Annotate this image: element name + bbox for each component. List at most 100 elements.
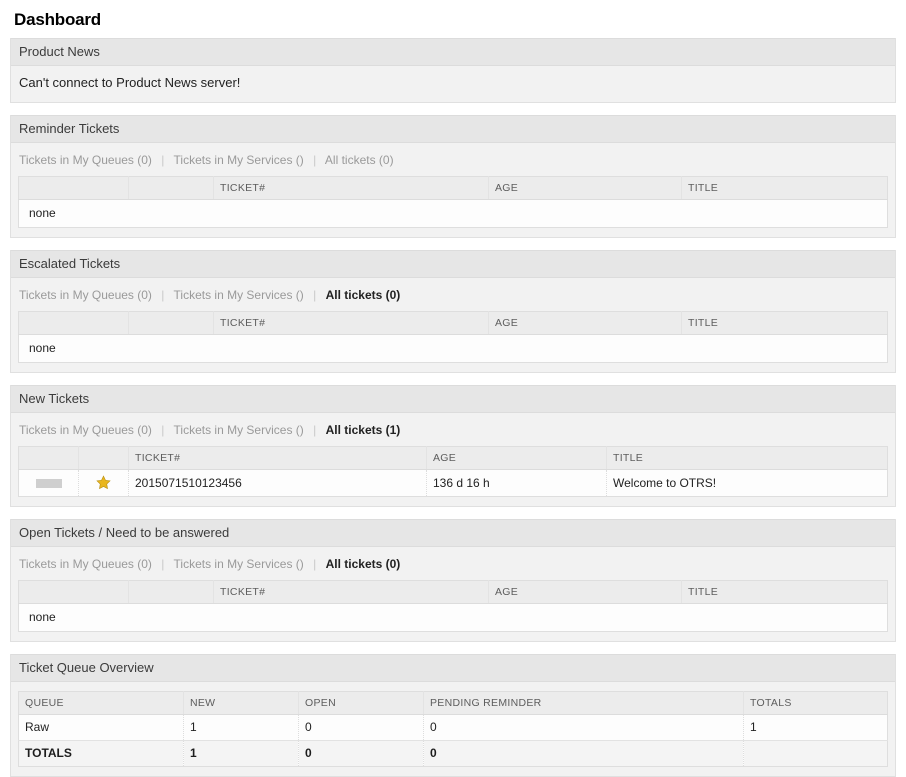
totals-new-cell: 1 (183, 740, 299, 767)
column-header-blank-2[interactable] (128, 311, 214, 335)
empty-text: none (29, 610, 56, 625)
filter-separator: | (161, 423, 165, 437)
queue-pending-reminder-cell: 0 (423, 714, 744, 741)
table-header-row: TICKET# AGE TITLE (18, 580, 888, 605)
table-header-row: TICKET# AGE TITLE (18, 311, 888, 335)
totals-open-cell: 0 (298, 740, 424, 767)
empty-text: none (29, 206, 56, 220)
priority-indicator-icon (35, 478, 62, 488)
filter-my-queues-new[interactable]: Tickets in My Queues (0) (19, 423, 152, 437)
column-header-age[interactable]: AGE (488, 580, 682, 605)
totals-label: TOTALS (18, 740, 184, 767)
filter-separator: | (313, 288, 317, 302)
totals-totals-cell (743, 740, 888, 767)
column-header-blank-2[interactable] (78, 446, 129, 470)
widget-title-escalated-tickets: Escalated Tickets (11, 250, 895, 278)
ticket-number-cell: 2015071510123456 (128, 469, 427, 497)
table-empty-row: none (19, 335, 888, 363)
widget-body-product-news: Can't connect to Product News server! (11, 66, 895, 102)
queue-pending-reminder-link[interactable]: 0 (430, 720, 437, 734)
table-queue-overview: QUEUE NEW OPEN PENDING REMINDER TOTALS R… (18, 691, 888, 768)
filter-my-services-open[interactable]: Tickets in My Services () (174, 557, 304, 571)
widget-queue-overview: Ticket Queue Overview QUEUE NEW OPEN PEN… (10, 654, 896, 777)
filter-bar-open-tickets: Tickets in My Queues (0) | Tickets in My… (11, 547, 895, 581)
table-escalated-tickets: TICKET# AGE TITLE none (18, 311, 888, 363)
column-header-ticket-number[interactable]: TICKET# (213, 580, 489, 605)
totals-open-link[interactable]: 0 (305, 746, 312, 760)
table-new-tickets: TICKET# AGE TITLE 2015071510123456 136 d… (18, 446, 888, 498)
widget-body-escalated-tickets: Tickets in My Queues (0) | Tickets in My… (11, 278, 895, 372)
filter-all-tickets-new[interactable]: All tickets (1) (326, 423, 401, 437)
widget-title-queue-overview: Ticket Queue Overview (11, 654, 895, 683)
column-header-blank-2[interactable] (128, 176, 214, 200)
filter-separator: | (313, 423, 317, 437)
priority-cell (18, 469, 79, 497)
column-header-totals[interactable]: TOTALS (743, 691, 888, 716)
filter-my-queues-reminder[interactable]: Tickets in My Queues (0) (19, 153, 152, 167)
column-header-ticket-number[interactable]: TICKET# (213, 176, 489, 200)
widget-title-open-tickets: Open Tickets / Need to be answered (11, 519, 895, 548)
page-title: Dashboard (14, 10, 101, 29)
column-header-ticket-number[interactable]: TICKET# (128, 446, 427, 470)
totals-new-link[interactable]: 1 (190, 746, 197, 760)
filter-separator: | (313, 153, 317, 167)
widget-product-news: Product News Can't connect to Product Ne… (10, 38, 896, 103)
column-header-blank-2[interactable] (128, 580, 214, 605)
queue-new-cell: 1 (183, 714, 299, 741)
table-header-row: QUEUE NEW OPEN PENDING REMINDER TOTALS (18, 691, 888, 716)
widget-title-reminder-tickets: Reminder Tickets (11, 115, 895, 143)
table-open-tickets: TICKET# AGE TITLE none (18, 580, 888, 633)
queue-totals-link[interactable]: 1 (750, 720, 757, 734)
table-wrap-queue-overview: QUEUE NEW OPEN PENDING REMINDER TOTALS R… (11, 682, 895, 777)
totals-pending-reminder-link[interactable]: 0 (430, 746, 437, 760)
product-news-message: Can't connect to Product News server! (11, 66, 895, 102)
column-header-title[interactable]: TITLE (681, 311, 888, 335)
column-header-title[interactable]: TITLE (681, 176, 888, 200)
filter-separator: | (161, 153, 165, 167)
table-row[interactable]: 2015071510123456 136 d 16 h Welcome to O… (18, 469, 888, 497)
column-header-age[interactable]: AGE (488, 311, 682, 335)
column-header-age[interactable]: AGE (426, 446, 607, 470)
filter-my-services-escalated[interactable]: Tickets in My Services () (174, 288, 304, 302)
flag-cell[interactable] (78, 469, 129, 497)
queue-totals-cell: 1 (743, 714, 888, 741)
filter-separator: | (161, 288, 165, 302)
filter-my-services-new[interactable]: Tickets in My Services () (174, 423, 304, 437)
widget-title-product-news: Product News (11, 38, 895, 66)
filter-my-services-reminder[interactable]: Tickets in My Services () (174, 153, 304, 167)
queue-new-link[interactable]: 1 (190, 720, 197, 734)
column-header-blank-1[interactable] (18, 176, 129, 200)
filter-all-tickets-open[interactable]: All tickets (0) (326, 557, 401, 571)
column-header-queue[interactable]: QUEUE (18, 691, 184, 716)
filter-all-tickets-reminder[interactable]: All tickets (0) (325, 153, 394, 167)
queue-link-raw[interactable]: Raw (25, 720, 49, 734)
filter-my-queues-open[interactable]: Tickets in My Queues (0) (19, 557, 152, 571)
column-header-title[interactable]: TITLE (606, 446, 888, 470)
filter-all-tickets-escalated[interactable]: All tickets (0) (326, 288, 401, 302)
filter-bar-reminder-tickets: Tickets in My Queues (0) | Tickets in My… (11, 143, 895, 176)
table-wrap-reminder-tickets: TICKET# AGE TITLE none (11, 176, 895, 237)
filter-bar-new-tickets: Tickets in My Queues (0) | Tickets in My… (11, 413, 895, 446)
column-header-pending-reminder[interactable]: PENDING REMINDER (423, 691, 744, 716)
column-header-ticket-number[interactable]: TICKET# (213, 311, 489, 335)
queue-open-link[interactable]: 0 (305, 720, 312, 734)
column-header-blank-1[interactable] (18, 580, 129, 605)
widget-escalated-tickets: Escalated Tickets Tickets in My Queues (… (10, 250, 896, 373)
star-icon[interactable] (96, 475, 111, 490)
filter-my-queues-escalated[interactable]: Tickets in My Queues (0) (19, 288, 152, 302)
table-empty-row: none (19, 604, 888, 632)
table-empty-row: none (19, 200, 888, 228)
column-header-age[interactable]: AGE (488, 176, 682, 200)
table-wrap-open-tickets: TICKET# AGE TITLE none (11, 580, 895, 642)
column-header-open[interactable]: OPEN (298, 691, 424, 716)
column-header-title[interactable]: TITLE (681, 580, 888, 605)
filter-separator: | (161, 557, 165, 572)
column-header-new[interactable]: NEW (183, 691, 299, 716)
widget-title-new-tickets: New Tickets (11, 385, 895, 413)
table-row[interactable]: Raw 1 0 0 1 (18, 714, 888, 741)
ticket-number-link[interactable]: 2015071510123456 (135, 476, 242, 490)
widget-open-tickets: Open Tickets / Need to be answered Ticke… (10, 519, 896, 643)
table-header-row: TICKET# AGE TITLE (18, 446, 888, 470)
column-header-blank-1[interactable] (18, 311, 129, 335)
column-header-blank-1[interactable] (18, 446, 79, 470)
